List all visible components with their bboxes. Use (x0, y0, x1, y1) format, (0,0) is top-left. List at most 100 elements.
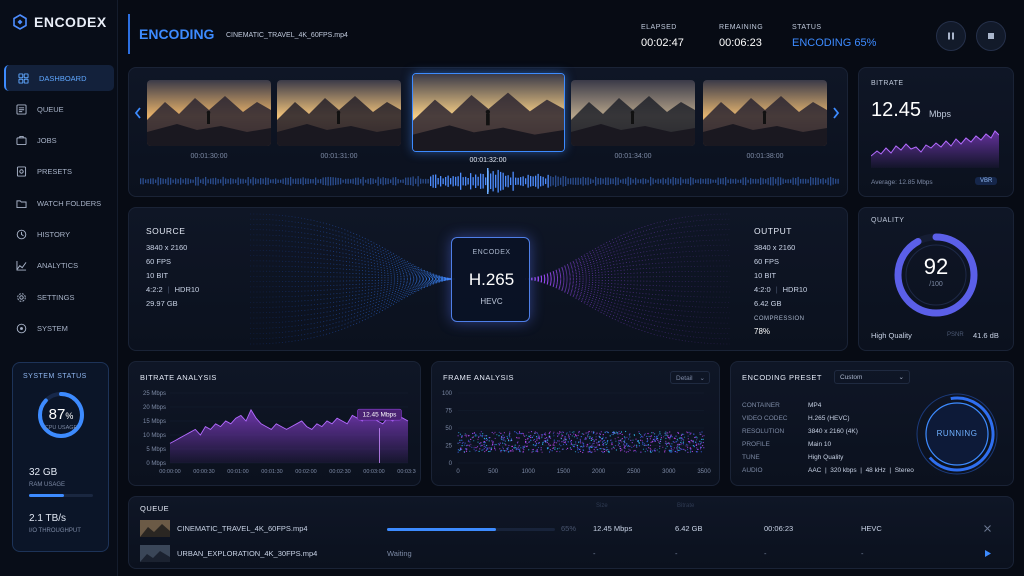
frame-point (651, 432, 653, 434)
sidebar-item-settings[interactable]: SETTINGS (4, 284, 114, 310)
waveform-bar (607, 177, 609, 186)
waveform-bar (157, 177, 159, 186)
frame-point (570, 442, 572, 444)
frame-point (510, 438, 512, 440)
frame-point (677, 431, 679, 434)
frame-point (638, 431, 640, 433)
waveform-bar (380, 178, 382, 185)
frame-analysis-chart[interactable]: 02550751000 500 1000 1500 2000 2500 3000 3500 (436, 385, 716, 479)
sidebar-item-queue[interactable]: QUEUE (4, 96, 114, 122)
sidebar-item-system[interactable]: SYSTEM (4, 315, 114, 341)
frame-point (632, 439, 634, 441)
frame-point (566, 432, 568, 434)
frame-point (670, 448, 672, 450)
frame-point (466, 444, 468, 446)
frame-point (553, 431, 555, 433)
waveform-bar (575, 177, 577, 185)
preset-dropdown[interactable]: Custom ⌄ (834, 370, 910, 384)
y-tick-label: 50 (445, 426, 452, 432)
frame-point (538, 437, 541, 439)
pause-button[interactable] (936, 21, 966, 51)
frame-point (519, 450, 521, 452)
frame-point (621, 438, 623, 440)
waveform-bar (612, 178, 614, 185)
frame-point (699, 432, 701, 434)
waveform-bar (687, 178, 689, 184)
waveform-bar (832, 177, 834, 185)
frame-point (556, 448, 559, 450)
frame-point (602, 441, 604, 443)
app-logo[interactable]: ENCODEX (12, 14, 107, 30)
bitrate-analysis-chart[interactable]: 0 Mbps 5 Mbps 10 Mbps 15 Mbps 20 Mbps 25 Mbps… (136, 385, 416, 479)
frame-point (628, 438, 630, 440)
queue-row[interactable]: CINEMATIC_TRAVEL_4K_60FPS.mp4 65% 12.45 … (138, 518, 998, 540)
frame-detail-dropdown[interactable]: Detail ⌄ (670, 371, 710, 384)
frame-point (701, 438, 703, 440)
waveform-bar (227, 179, 229, 184)
frame-point (678, 444, 680, 446)
queue-thumbnail (140, 545, 170, 562)
waveform-bar (572, 177, 574, 185)
queue-row[interactable]: URBAN_EXPLORATION_4K_30FPS.mp4 Waiting -… (138, 543, 998, 565)
frame-point (670, 446, 672, 448)
timeline-thumbnail[interactable] (571, 80, 695, 146)
sidebar-item-jobs[interactable]: JOBS (4, 128, 114, 154)
sidebar-item-analytics[interactable]: ANALYTICS (4, 253, 114, 279)
waveform-bar (522, 176, 524, 187)
frame-point (644, 444, 646, 446)
frame-point (620, 450, 622, 452)
waveform-bar (595, 176, 597, 186)
chevron-right-icon[interactable] (831, 106, 841, 120)
bitrate-unit: Mbps (929, 109, 952, 119)
timeline-timecode: 00:01:31:00 (320, 153, 358, 160)
frame-point (614, 438, 616, 440)
timeline-thumbnail[interactable] (703, 80, 827, 146)
close-icon[interactable] (983, 524, 992, 533)
bitrate-value: 12.45 (871, 99, 922, 121)
frame-point (557, 440, 559, 442)
sidebar-item-presets[interactable]: PRESETS (4, 159, 114, 185)
sidebar-item-dashboard[interactable]: DASHBOARD (4, 65, 114, 91)
queue-codec: HEVC (861, 524, 882, 533)
waveform-bar (547, 174, 549, 188)
frame-point (568, 438, 571, 440)
waveform-bar (822, 178, 824, 185)
frame-point (477, 438, 479, 440)
sidebar-item-watch-folders[interactable]: WATCH FOLDERS (4, 190, 114, 216)
playhead[interactable] (487, 168, 489, 194)
frame-point (541, 451, 543, 453)
audio-waveform[interactable] (140, 168, 840, 194)
waveform-bar (557, 176, 559, 186)
stop-button[interactable] (976, 21, 1006, 51)
frame-point (547, 438, 549, 440)
chevron-left-icon[interactable] (133, 106, 143, 120)
waveform-bar (325, 177, 327, 186)
frame-point (579, 440, 581, 442)
waveform-bar (540, 176, 542, 187)
frame-point (597, 449, 599, 451)
frame-point (538, 435, 540, 437)
frame-point (643, 444, 645, 446)
waveform-bar (512, 171, 514, 191)
sidebar-item-history[interactable]: HISTORY (4, 222, 114, 248)
frame-point (461, 439, 463, 441)
waveform-bar (482, 173, 484, 189)
timeline-thumbnail[interactable] (277, 80, 401, 146)
play-icon[interactable] (983, 549, 992, 558)
frame-point (499, 448, 501, 450)
frame-point (669, 436, 671, 438)
frame-point (538, 442, 540, 444)
frame-point (557, 435, 559, 437)
frame-point (696, 437, 698, 439)
timeline-thumbnail[interactable] (412, 73, 565, 152)
frame-point (524, 435, 526, 437)
codec-card[interactable]: ENCODEX H.265 HEVC (451, 237, 530, 322)
timeline-thumbnail[interactable] (147, 80, 271, 146)
frame-point (591, 451, 593, 453)
frame-point (687, 444, 689, 446)
frame-point (624, 445, 626, 447)
frame-point (475, 433, 477, 435)
preset-row-value: High Quality (808, 454, 844, 461)
frame-point (483, 443, 485, 446)
waveform-bar (507, 175, 509, 188)
